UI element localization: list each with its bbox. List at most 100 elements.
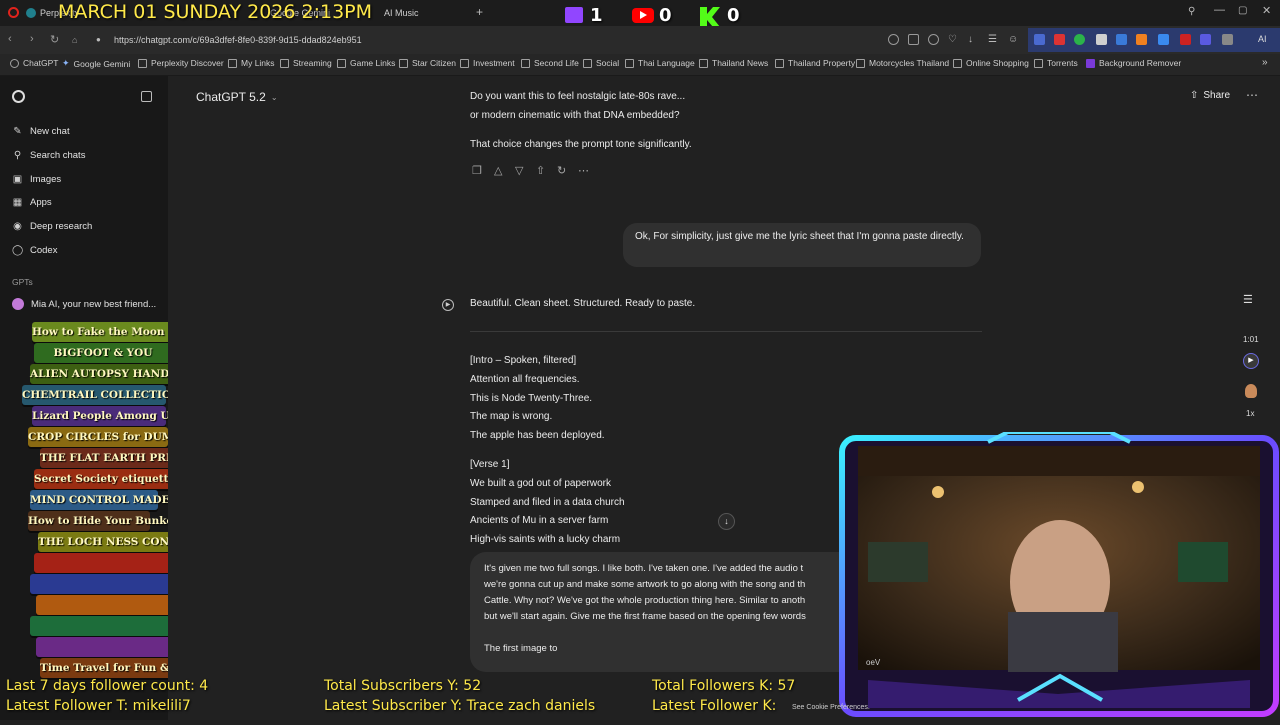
red-extension-icon[interactable] <box>1054 34 1065 45</box>
bookmark-my-links[interactable]: My Links <box>228 58 275 68</box>
minimize-icon[interactable]: — <box>1214 4 1225 16</box>
book-spine: MIND CONTROL MADE EASY <box>30 490 204 510</box>
new-tab-icon[interactable]: + <box>476 5 483 19</box>
bookmark-thai-language[interactable]: Thai Language <box>625 58 695 68</box>
lyric-line: High-vis saints with a lucky charm <box>470 534 621 545</box>
green-extension-icon[interactable] <box>1074 34 1085 45</box>
bookmark-game-links[interactable]: Game Links <box>337 58 395 68</box>
purple-extension-icon[interactable] <box>1200 34 1211 45</box>
menu-icon[interactable]: ☰ <box>988 34 999 45</box>
thumbs-down-icon[interactable]: ▽ <box>515 164 523 177</box>
tab-ai-music[interactable]: AI Music <box>384 4 419 22</box>
thumbs-up-icon[interactable]: △ <box>494 164 502 177</box>
folder-icon <box>228 58 237 68</box>
adblock-extension-icon[interactable] <box>1180 34 1191 45</box>
blue-extension-icon[interactable] <box>1158 34 1169 45</box>
bookmark-label: Thai Language <box>638 58 695 68</box>
layers-extension-icon[interactable] <box>1096 34 1107 45</box>
sidebar-item-label: New chat <box>30 126 70 137</box>
reload-icon[interactable]: ↻ <box>50 33 59 46</box>
sidebar-item-label: Codex <box>30 245 58 256</box>
bookmark-motorcycles-thailand[interactable]: Motorcycles Thailand <box>856 58 949 68</box>
sidebar-item-search-chats[interactable]: ⚲ Search chats <box>12 150 86 161</box>
translate-extension-icon[interactable] <box>1116 34 1127 45</box>
bookmark-label: Motorcycles Thailand <box>869 58 950 68</box>
background-remover-icon <box>1086 58 1095 68</box>
apps-icon: ▦ <box>12 197 23 208</box>
cookie-preferences-link[interactable]: See Cookie Preferences. <box>792 704 870 711</box>
message-composer[interactable]: It's given me two full songs. I like bot… <box>470 552 850 672</box>
bookmark-chatgpt[interactable]: ChatGPT <box>10 58 58 68</box>
bookmark-online-shopping[interactable]: Online Shopping <box>953 58 1029 68</box>
regenerate-icon[interactable]: ↻ <box>557 164 566 177</box>
play-audio-icon[interactable]: ▶ <box>442 299 454 311</box>
folder-icon <box>583 58 592 68</box>
composer-text-line <box>484 625 836 641</box>
sidebar-item-images[interactable]: ▣ Images <box>12 174 61 185</box>
bookmarks-overflow-icon[interactable]: » <box>1262 57 1268 68</box>
download-icon[interactable]: ↓ <box>968 34 979 45</box>
ai-extension-label[interactable]: AI <box>1258 34 1267 44</box>
play-button-icon[interactable]: ▶ <box>1243 353 1259 369</box>
book-spine <box>36 595 176 615</box>
folder-icon <box>521 58 530 68</box>
sidebar-item-apps[interactable]: ▦ Apps <box>12 197 52 208</box>
home-icon[interactable]: ⌂ <box>72 35 77 45</box>
sidebar-item-mia-ai[interactable]: Mia AI, your new best friend... <box>12 298 156 310</box>
lyric-line: Stamped and filed in a data church <box>470 497 625 508</box>
heart-icon[interactable]: ♡ <box>948 34 959 45</box>
close-window-icon[interactable]: ✕ <box>1262 4 1271 17</box>
search-icon: ⚲ <box>13 150 22 161</box>
copy-icon[interactable]: ❐ <box>472 164 482 177</box>
book-spine: Lizard People Among Us <box>32 406 176 426</box>
profile-icon[interactable]: ☺ <box>1008 34 1019 45</box>
sidebar-item-new-chat[interactable]: ✎ New chat <box>12 126 70 137</box>
lyric-line: We built a god out of paperwork <box>470 478 612 489</box>
voice-mode-icon[interactable]: ☰ <box>1243 293 1253 306</box>
forward-icon[interactable]: › <box>30 33 34 45</box>
bookmark-thailand-news[interactable]: Thailand News <box>699 58 768 68</box>
followers-7d: Last 7 days follower count: 4 <box>6 678 209 694</box>
share-response-icon[interactable]: ⇧ <box>536 164 545 177</box>
book-spine: THE FLAT EARTH PRIMER <box>40 448 199 468</box>
bookmark-thailand-property[interactable]: Thailand Property <box>775 58 855 68</box>
url-field[interactable]: https://chatgpt.com/c/69a3dfef-8fe0-839f… <box>92 31 892 49</box>
share-button[interactable]: ⇧ Share <box>1190 90 1230 101</box>
vlc-extension-icon[interactable] <box>1136 34 1147 45</box>
bookmark-star-citizen[interactable]: Star Citizen <box>399 58 456 68</box>
sidebar-item-deep-research[interactable]: ◉ Deep research <box>12 221 92 232</box>
extension-icon[interactable] <box>888 34 899 45</box>
bookmark-investment[interactable]: Investment <box>460 58 515 68</box>
puzzle-extension-icon[interactable] <box>1222 34 1233 45</box>
more-actions-icon[interactable]: ⋯ <box>578 164 589 177</box>
sidebar-item-codex[interactable]: ◯ Codex <box>12 245 57 256</box>
bookmark-torrents[interactable]: Torrents <box>1034 58 1078 68</box>
composer-text-line: The first image to <box>484 643 558 654</box>
search-tabs-icon[interactable]: ⚲ <box>1188 6 1195 17</box>
back-icon[interactable]: ‹ <box>8 33 12 45</box>
more-options-icon[interactable]: ⋯ <box>1246 88 1258 102</box>
bookmark-label: Investment <box>473 58 515 68</box>
lyric-line: [Intro – Spoken, filtered] <box>470 355 577 366</box>
bookmark-social[interactable]: Social <box>583 58 619 68</box>
bookmark-perplexity-discover[interactable]: Perplexity Discover <box>138 58 224 68</box>
shield-icon[interactable] <box>928 34 939 45</box>
grid-extension-icon[interactable] <box>1034 34 1045 45</box>
bookmark-second-life[interactable]: Second Life <box>521 58 579 68</box>
openai-logo-icon[interactable] <box>12 90 25 103</box>
bookmark-label: Perplexity Discover <box>151 58 224 68</box>
camera-icon[interactable] <box>908 34 919 45</box>
scroll-down-icon[interactable]: ↓ <box>718 513 735 530</box>
bookmark-google-gemini[interactable]: ✦ Google Gemini <box>62 58 130 69</box>
playback-speed[interactable]: 1x <box>1246 409 1254 418</box>
composer-text-line: but we'll start again. Give me the first… <box>484 611 806 622</box>
toggle-sidebar-icon[interactable] <box>141 91 152 102</box>
maximize-icon[interactable]: ▢ <box>1238 5 1247 16</box>
bookmark-background-remover[interactable]: Background Remover <box>1086 58 1181 68</box>
bookmark-streaming[interactable]: Streaming <box>280 58 332 68</box>
folder-icon <box>337 58 346 68</box>
code-icon: ◯ <box>12 245 24 256</box>
twitch-count: 1 <box>590 5 603 26</box>
model-selector[interactable]: ChatGPT 5.2 ⌄ <box>196 90 278 104</box>
opera-logo-icon[interactable] <box>8 7 19 18</box>
